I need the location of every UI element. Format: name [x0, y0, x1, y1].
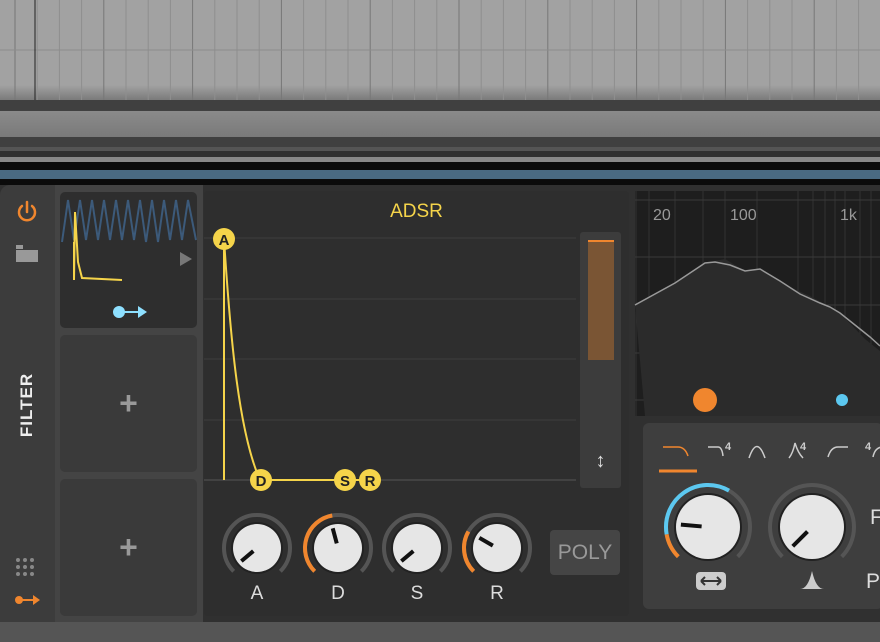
freq-label: 1k: [840, 207, 858, 224]
arranger-grid: [0, 0, 880, 100]
param-label-p: P: [866, 570, 880, 593]
attack-knob[interactable]: [222, 513, 292, 574]
filter-type-bandpass-icon: [748, 445, 766, 459]
modulator-slot-empty[interactable]: +: [60, 335, 197, 472]
selected-track-bar[interactable]: [0, 170, 880, 179]
route-arrow-icon: [113, 306, 147, 318]
folder-icon[interactable]: [15, 244, 39, 264]
knob-label-decay: D: [331, 583, 345, 604]
filter-type-highpass-icon: [827, 446, 848, 458]
svg-text:R: R: [365, 473, 376, 490]
param-label-frequency: F: [870, 506, 880, 529]
decay-knob[interactable]: [303, 513, 373, 574]
modulation-handle[interactable]: [836, 394, 848, 406]
cutoff-handle[interactable]: [693, 388, 717, 412]
svg-text:4: 4: [800, 441, 807, 453]
filter-type-lowpass4-icon: [708, 446, 724, 457]
level-meter-fill: [588, 240, 614, 360]
add-modulator-button[interactable]: +: [60, 335, 197, 472]
modulator-slot-adsr[interactable]: [60, 192, 197, 328]
knob-label-release: R: [490, 583, 504, 604]
knob-label-sustain: S: [410, 583, 424, 604]
svg-text:4: 4: [725, 441, 732, 453]
track-lane[interactable]: [0, 111, 880, 137]
resonance-knob[interactable]: [768, 483, 856, 561]
device-title[interactable]: FILTER: [17, 373, 37, 437]
adsr-panel: ADSR A D S R ↕ A D S R POLY: [204, 191, 629, 616]
sustain-knob[interactable]: [382, 513, 452, 574]
freq-label: 20: [653, 207, 671, 224]
spectrum-analyzer[interactable]: 20 100 1k: [634, 191, 880, 416]
knob-label-attack: A: [250, 583, 264, 604]
svg-text:D: D: [256, 473, 267, 490]
power-icon[interactable]: [15, 200, 39, 224]
divider: [0, 100, 880, 111]
filter-type-highpass4-icon: [872, 446, 880, 458]
grid-dots-icon[interactable]: [15, 557, 39, 576]
add-modulator-button[interactable]: +: [60, 479, 197, 616]
filter-type-lowpass-icon: [663, 446, 689, 457]
svg-text:4: 4: [865, 441, 872, 453]
level-meter[interactable]: ↕: [580, 232, 621, 488]
frequency-knob[interactable]: [664, 483, 752, 561]
play-icon: [180, 252, 192, 266]
device-header-strip: FILTER: [0, 185, 55, 622]
release-knob[interactable]: [462, 513, 532, 574]
resonance-icon: [800, 571, 824, 589]
freq-label: 100: [730, 207, 757, 224]
svg-text:S: S: [340, 473, 350, 490]
modulation-arrow-icon[interactable]: [15, 593, 41, 607]
filter-controls: 4 4 4 F P: [643, 423, 880, 609]
modulator-preview: [61, 199, 197, 318]
resize-vertical-icon: ↕: [595, 450, 606, 472]
svg-text:A: A: [219, 232, 230, 249]
poly-button[interactable]: POLY: [550, 530, 620, 575]
modulator-slot-empty[interactable]: +: [60, 479, 197, 616]
